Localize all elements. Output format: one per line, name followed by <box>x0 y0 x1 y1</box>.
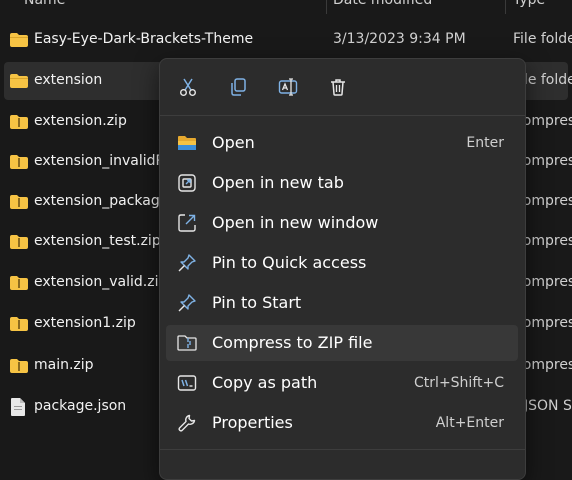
cut-button[interactable] <box>168 67 208 107</box>
delete-button[interactable] <box>318 67 358 107</box>
file-type: File folder <box>513 31 572 47</box>
copy-path-icon <box>177 375 197 391</box>
column-divider[interactable] <box>326 0 327 14</box>
menu-item-label: Open <box>212 133 255 152</box>
zip-folder-icon <box>10 195 28 209</box>
file-name: extension_packagF <box>34 193 168 209</box>
file-name: extension_test.zip <box>34 233 161 249</box>
menu-item-pin-start[interactable]: Pin to Start <box>166 285 518 321</box>
menu-item-label: Open in new window <box>212 213 379 232</box>
file-name: main.zip <box>34 357 94 373</box>
column-type[interactable]: Type <box>513 0 545 8</box>
menu-item-label: Pin to Quick access <box>212 253 367 272</box>
file-name: extension.zip <box>34 113 127 129</box>
menu-item-properties[interactable]: Properties Alt+Enter <box>166 405 518 441</box>
menu-item-copy-path[interactable]: Copy as path Ctrl+Shift+C <box>166 365 518 401</box>
context-menu: Open Enter Open in new tab Open in new w… <box>159 58 526 480</box>
zip-folder-icon <box>10 155 28 169</box>
pin-icon <box>178 254 196 272</box>
menu-item-label: Properties <box>212 413 293 432</box>
column-date-modified[interactable]: Date modified <box>333 0 432 8</box>
menu-item-shortcut: Alt+Enter <box>435 415 504 431</box>
file-name: Easy-Eye-Dark-Brackets-Theme <box>34 31 254 47</box>
menu-item-shortcut: Enter <box>466 135 504 151</box>
zip-folder-icon <box>10 115 28 129</box>
pin-icon <box>178 294 196 312</box>
menu-item-label: Copy as path <box>212 373 318 392</box>
zip-icon <box>177 335 197 351</box>
zip-folder-icon <box>10 359 28 373</box>
file-icon <box>11 398 25 416</box>
zip-folder-icon <box>10 317 28 331</box>
column-divider[interactable] <box>505 0 506 14</box>
rename-button[interactable] <box>268 67 308 107</box>
menu-item-label: Compress to ZIP file <box>212 333 373 352</box>
file-name: package.json <box>34 398 127 414</box>
menu-item-shortcut: Ctrl+Shift+C <box>414 375 504 391</box>
scissors-icon <box>180 78 196 96</box>
menu-item-open-new-tab[interactable]: Open in new tab <box>166 165 518 201</box>
menu-item-pin-quick-access[interactable]: Pin to Quick access <box>166 245 518 281</box>
file-name: extension_invalidPa <box>34 153 172 169</box>
file-date: 3/13/2023 9:34 PM <box>333 31 466 47</box>
zip-folder-icon <box>10 235 28 249</box>
rename-icon <box>278 78 298 96</box>
new-tab-icon <box>178 174 196 192</box>
menu-item-compress-zip[interactable]: Compress to ZIP file <box>166 325 518 361</box>
menu-item-label: Pin to Start <box>212 293 302 312</box>
folder-icon <box>10 74 28 88</box>
menu-item-label: Open in new tab <box>212 173 344 192</box>
trash-icon <box>331 79 345 96</box>
folder-icon <box>10 33 28 47</box>
menu-divider <box>160 449 525 450</box>
zip-folder-icon <box>10 276 28 290</box>
new-window-icon <box>178 214 196 232</box>
column-header: Name Date modified Type <box>0 0 572 14</box>
copy-icon <box>231 78 246 96</box>
menu-item-open-new-window[interactable]: Open in new window <box>166 205 518 241</box>
file-name: extension1.zip <box>34 315 136 331</box>
folder-open-icon <box>178 136 196 150</box>
wrench-icon <box>178 414 196 432</box>
menu-item-open[interactable]: Open Enter <box>166 125 518 161</box>
file-name: extension_valid.zip <box>34 274 168 290</box>
menu-divider <box>160 115 525 116</box>
file-name: extension <box>34 72 103 88</box>
file-type: JSON Sou <box>524 398 572 414</box>
column-name[interactable]: Name <box>24 0 65 8</box>
copy-button[interactable] <box>218 67 258 107</box>
file-row[interactable]: Easy-Eye-Dark-Brackets-Theme 3/13/2023 9… <box>0 21 572 59</box>
